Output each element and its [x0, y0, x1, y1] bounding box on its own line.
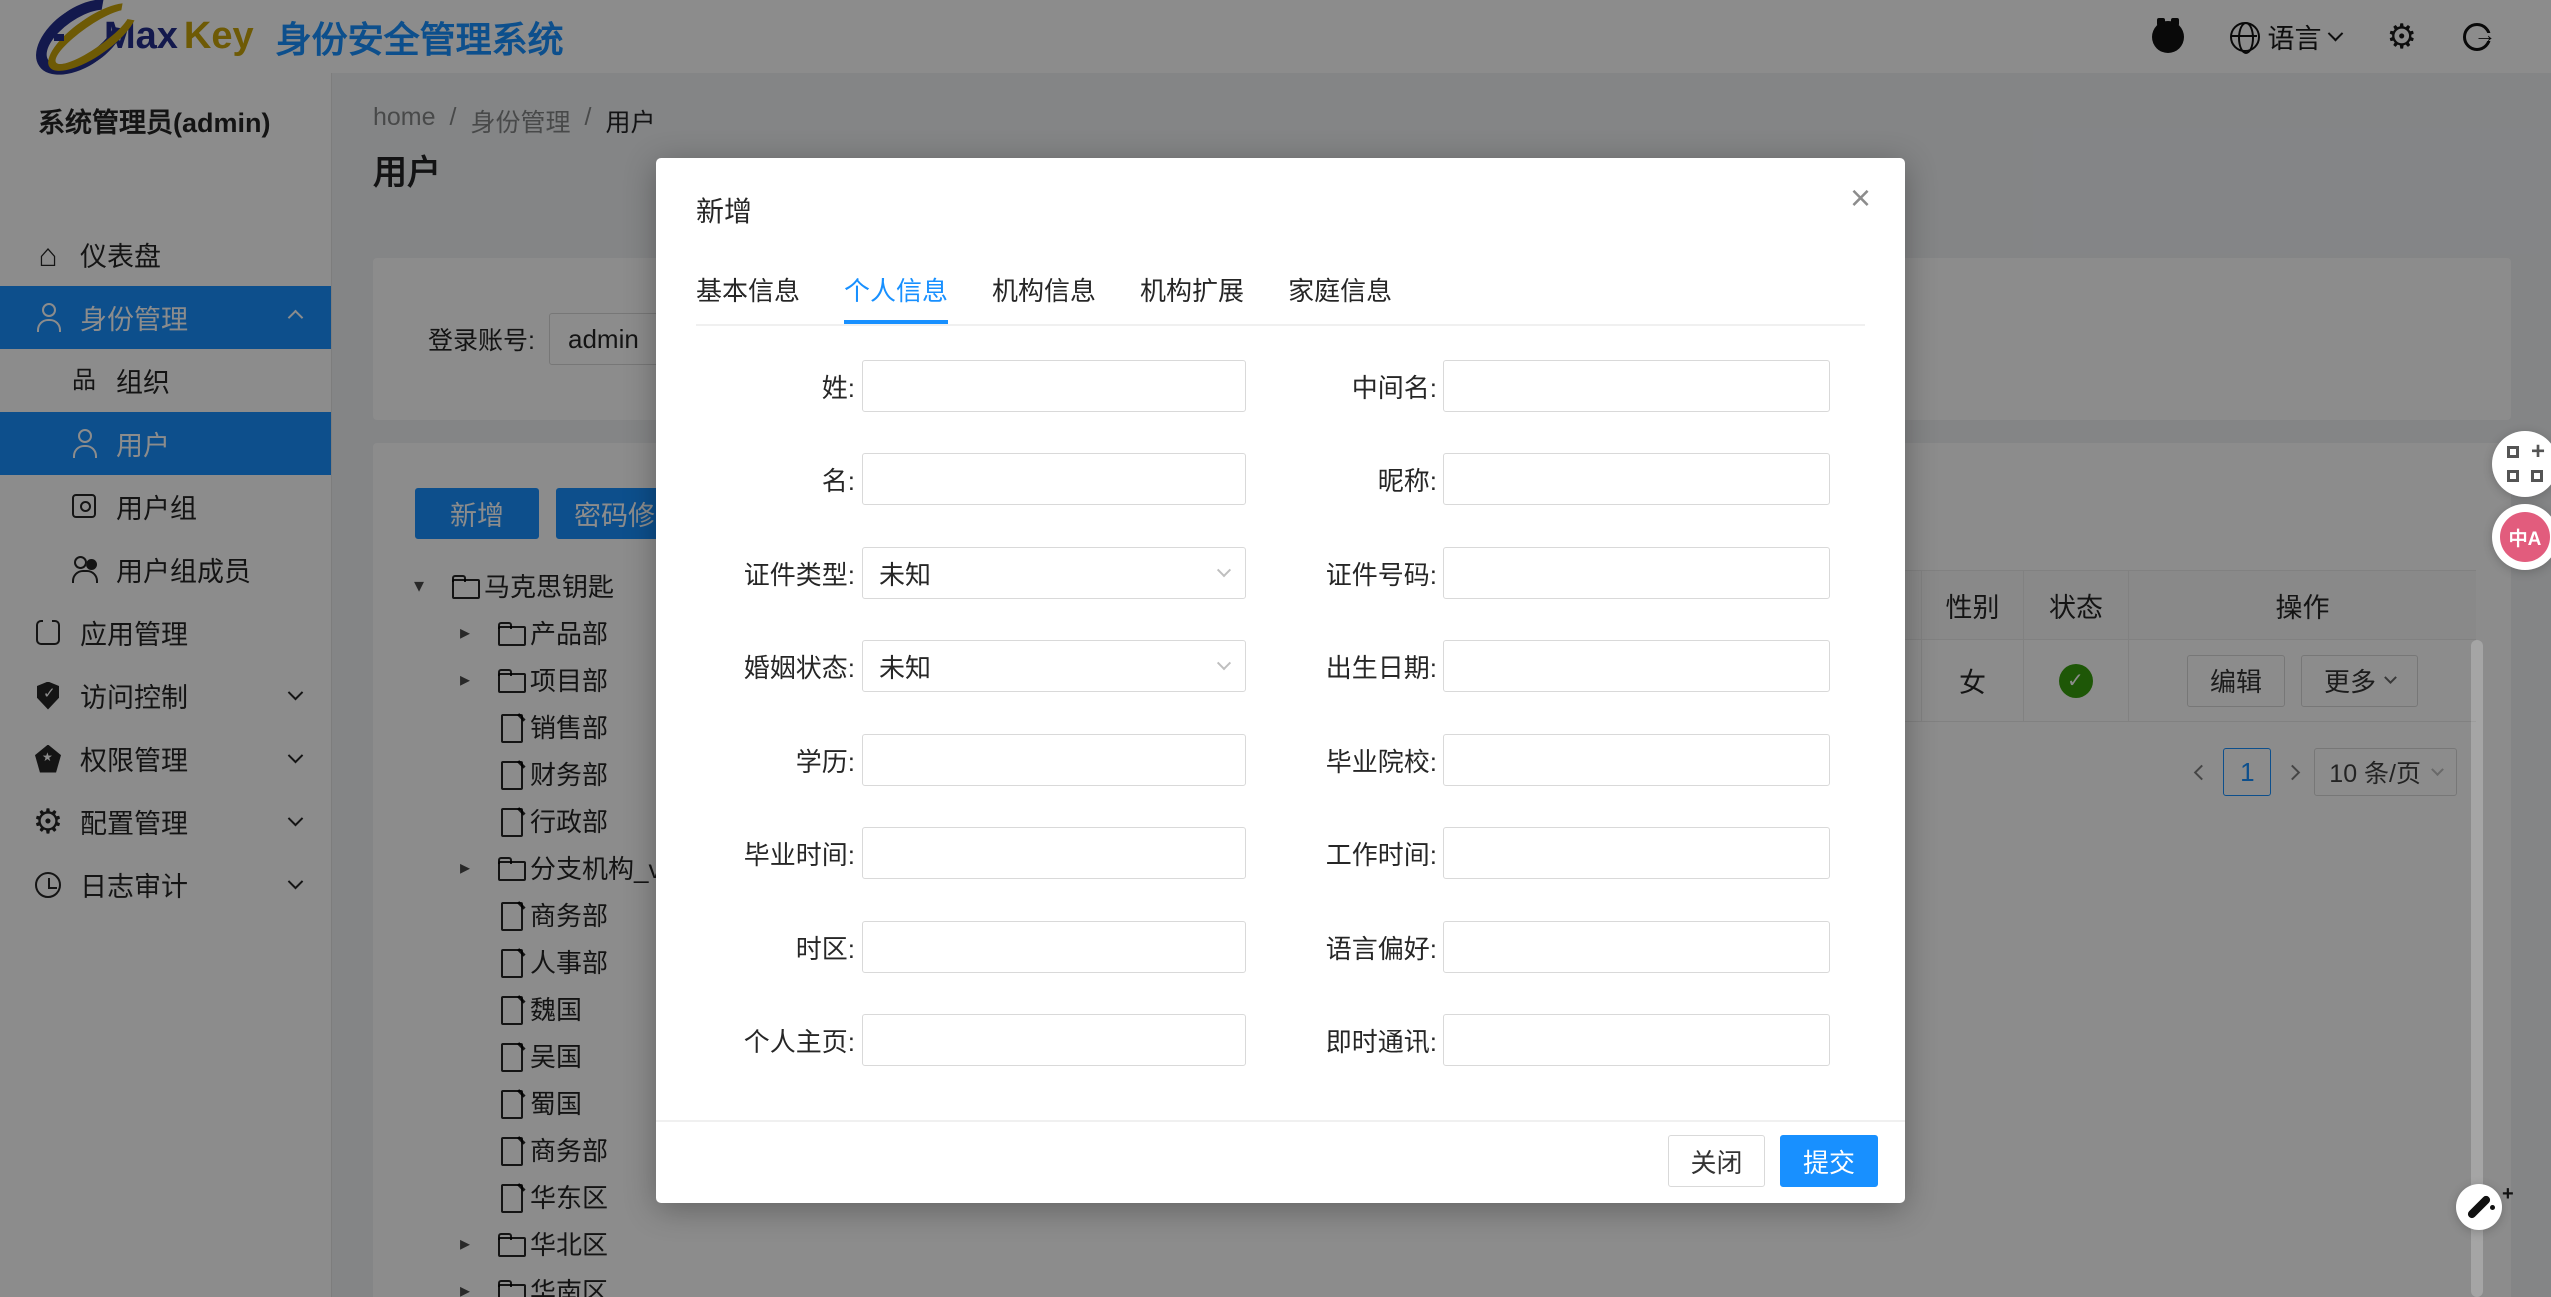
form-row: 学历: 毕业院校: [656, 734, 1905, 786]
graduate-school-input[interactable] [1444, 735, 1829, 785]
id-number-label: 证件号码: [1256, 555, 1437, 592]
translate-icon: 中A [2500, 512, 2550, 562]
first-name-label: 名: [676, 461, 855, 498]
form-row: 证件类型: 未知 证件号码: [656, 547, 1905, 599]
marital-status-select[interactable]: 未知 [863, 641, 1245, 691]
work-start-input[interactable] [1444, 828, 1829, 878]
graduate-school-label: 毕业院校: [1256, 742, 1437, 779]
modal-close-button[interactable]: 关闭 [1668, 1135, 1765, 1187]
form-row: 毕业时间: 工作时间: [656, 827, 1905, 879]
tab-family-info[interactable]: 家庭信息 [1288, 262, 1392, 324]
apps-sparkle-icon: + [2507, 446, 2543, 482]
education-input[interactable] [863, 735, 1245, 785]
homepage-input[interactable] [863, 1015, 1245, 1065]
instant-messaging-input[interactable] [1444, 1015, 1829, 1065]
chevron-down-icon [1217, 656, 1231, 670]
theme-wand-button[interactable]: ++ [2456, 1184, 2502, 1230]
locale-label: 语言偏好: [1256, 929, 1437, 966]
id-type-select[interactable]: 未知 [863, 548, 1245, 598]
form-row: 时区: 语言偏好: [656, 921, 1905, 973]
tab-basic-info[interactable]: 基本信息 [696, 262, 800, 324]
form-row: 婚姻状态: 未知 出生日期: [656, 640, 1905, 692]
middle-name-input[interactable] [1444, 361, 1829, 411]
quick-apps-button[interactable]: + [2492, 431, 2551, 497]
translate-button[interactable]: 中A [2492, 504, 2551, 570]
add-user-modal: 新增 × 基本信息 个人信息 机构信息 机构扩展 家庭信息 姓: 中间名: 名:… [656, 158, 1905, 1203]
middle-name-label: 中间名: [1256, 368, 1437, 405]
last-name-input[interactable] [863, 361, 1245, 411]
id-number-input[interactable] [1444, 548, 1829, 598]
modal-title: 新增 [696, 190, 752, 230]
id-type-label: 证件类型: [676, 555, 855, 592]
tab-personal-info[interactable]: 个人信息 [844, 262, 948, 324]
modal-submit-button[interactable]: 提交 [1780, 1135, 1878, 1187]
form-row: 名: 昵称: [656, 453, 1905, 505]
instant-messaging-label: 即时通讯: [1256, 1022, 1437, 1059]
tab-org-extension[interactable]: 机构扩展 [1140, 262, 1244, 324]
modal-footer: 关闭 提交 [656, 1120, 1905, 1203]
last-name-label: 姓: [676, 368, 855, 405]
birth-date-input[interactable] [1444, 641, 1829, 691]
modal-header: 新增 × [656, 158, 1905, 258]
chevron-down-icon [1217, 563, 1231, 577]
work-start-label: 工作时间: [1256, 835, 1437, 872]
graduate-date-label: 毕业时间: [676, 835, 855, 872]
graduate-date-input[interactable] [863, 828, 1245, 878]
marital-status-label: 婚姻状态: [676, 648, 855, 685]
tab-org-info[interactable]: 机构信息 [992, 262, 1096, 324]
timezone-label: 时区: [676, 929, 855, 966]
first-name-input[interactable] [863, 454, 1245, 504]
timezone-input[interactable] [863, 922, 1245, 972]
birth-date-label: 出生日期: [1256, 648, 1437, 685]
homepage-label: 个人主页: [676, 1022, 855, 1059]
magic-wand-icon: ++ [2461, 1189, 2497, 1225]
close-icon[interactable]: × [1850, 180, 1871, 216]
nickname-label: 昵称: [1256, 461, 1437, 498]
locale-input[interactable] [1444, 922, 1829, 972]
nickname-input[interactable] [1444, 454, 1829, 504]
modal-tabs: 基本信息 个人信息 机构信息 机构扩展 家庭信息 [696, 262, 1865, 326]
form-row: 姓: 中间名: [656, 360, 1905, 412]
education-label: 学历: [676, 742, 855, 779]
form-row: 个人主页: 即时通讯: [656, 1014, 1905, 1066]
